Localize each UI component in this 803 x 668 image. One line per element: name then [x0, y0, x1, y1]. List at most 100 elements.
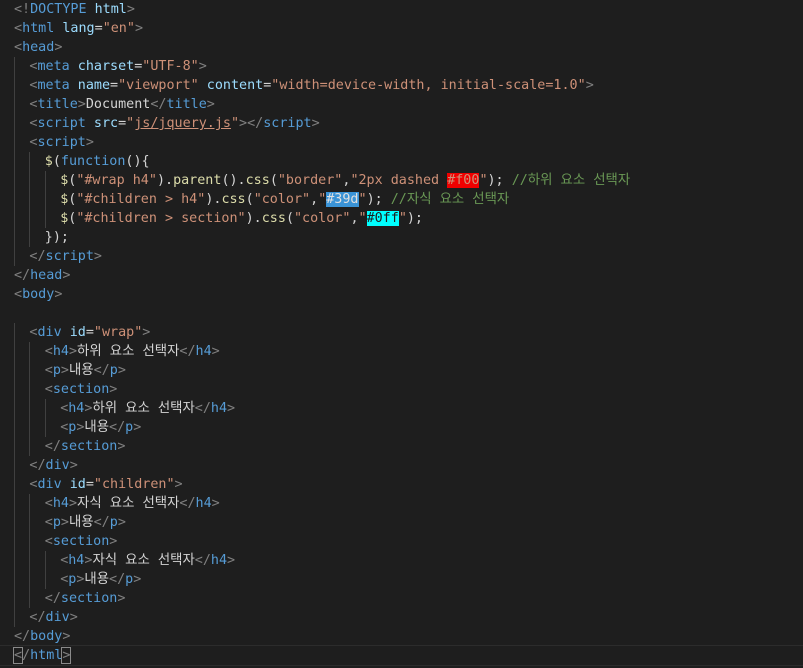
indent-guide — [44, 190, 46, 209]
code-line[interactable]: <html lang="en"> — [0, 19, 803, 38]
string-literal: " — [479, 173, 488, 188]
indent-guide — [14, 475, 15, 494]
indent-guide — [29, 361, 31, 380]
function-name: css — [261, 211, 286, 226]
code-line[interactable]: $(function(){ — [0, 152, 803, 171]
tag-name: h4 — [68, 401, 85, 416]
punctuation: > — [133, 572, 142, 587]
punctuation: > — [93, 249, 102, 264]
code-line[interactable]: <p>내용</p> — [0, 513, 803, 532]
tag-name: script — [37, 135, 86, 150]
line-content: </head> — [14, 266, 70, 285]
punctuation: > — [227, 401, 236, 416]
tag-name: p — [52, 515, 61, 530]
line-content: </section> — [45, 589, 126, 608]
code-line[interactable]: <meta charset="UTF-8"> — [0, 57, 803, 76]
text-content: 자식 요소 선택자 — [77, 496, 180, 511]
attribute-name: id — [69, 477, 86, 492]
tag-name: section — [52, 382, 110, 397]
code-line[interactable]: <p>내용</p> — [0, 570, 803, 589]
indent-guide — [14, 418, 15, 437]
punctuation: > — [68, 344, 78, 359]
code-line[interactable]: <title>Document</title> — [0, 95, 803, 114]
tag-name: p — [109, 363, 118, 378]
indent-guide — [44, 570, 46, 589]
code-line[interactable]: <section> — [0, 532, 803, 551]
punctuation: </ — [150, 97, 167, 112]
line-content: </div> — [29, 456, 77, 475]
line-content: <html lang="en"> — [14, 19, 143, 38]
tag-name: meta — [37, 78, 70, 93]
indent-guide — [14, 342, 15, 361]
code-text: ); — [487, 173, 504, 188]
punctuation: > — [133, 420, 142, 435]
code-line[interactable]: <script> — [0, 133, 803, 152]
code-line[interactable]: </body> — [0, 627, 803, 646]
punctuation: > — [211, 344, 220, 359]
punctuation: > — [85, 135, 94, 150]
indent-guide — [29, 551, 31, 570]
code-line[interactable]: <meta name="viewport" content="width=dev… — [0, 76, 803, 95]
code-line[interactable]: <div id="wrap"> — [0, 323, 803, 342]
code-line[interactable]: <p>내용</p> — [0, 418, 803, 437]
code-line[interactable]: </section> — [0, 437, 803, 456]
indent-guide — [29, 190, 31, 209]
punctuation: > — [134, 21, 143, 36]
code-line[interactable]: <p>내용</p> — [0, 361, 803, 380]
line-content: </html> — [12, 646, 72, 665]
punctuation: > — [142, 325, 151, 340]
code-editor[interactable]: <!DOCTYPE html> <html lang="en"> <head> <me… — [0, 0, 803, 668]
tag-name: title — [37, 97, 78, 112]
code-line[interactable]: <h4>하위 요소 선택자</h4> — [0, 342, 803, 361]
code-line[interactable]: <h4>하위 요소 선택자</h4> — [0, 399, 803, 418]
color-swatch-cyan: #0ff — [366, 211, 399, 226]
indent-guide — [29, 437, 31, 456]
code-line[interactable]: </script> — [0, 247, 803, 266]
code-line[interactable]: <script src="js/jquery.js"></script> — [0, 114, 803, 133]
line-content: <head> — [14, 38, 62, 57]
code-line[interactable] — [0, 304, 803, 323]
indent-guide — [14, 380, 15, 399]
code-line[interactable]: $("#children > h4").css("color","#39d");… — [0, 190, 803, 209]
code-line[interactable]: </div> — [0, 608, 803, 627]
code-line[interactable]: </html> — [0, 645, 803, 666]
code-line[interactable]: </head> — [0, 266, 803, 285]
punctuation: </ — [29, 610, 46, 625]
indent-guide — [14, 456, 15, 475]
code-line[interactable]: <h4>자식 요소 선택자</h4> — [0, 551, 803, 570]
indent-guide — [14, 570, 15, 589]
text-content: 하위 요소 선택자 — [77, 344, 180, 359]
code-line[interactable]: $("#wrap h4").parent().css("border","2px… — [0, 171, 803, 190]
indent-guide — [14, 57, 15, 76]
tag-name: h4 — [68, 553, 85, 568]
code-text: ( — [285, 211, 294, 226]
indent-guide — [29, 171, 31, 190]
tag-name: html — [22, 21, 55, 36]
code-line[interactable]: <h4>자식 요소 선택자</h4> — [0, 494, 803, 513]
indent-guide — [14, 76, 15, 95]
tag-name: body — [30, 629, 63, 644]
attribute-name: src — [93, 116, 119, 131]
bracket-match: < — [12, 647, 24, 664]
indent-guide — [29, 570, 31, 589]
punctuation: </ — [194, 401, 211, 416]
code-line[interactable]: $("#children > section").css("color","#0… — [0, 209, 803, 228]
string-literal: " — [358, 211, 367, 226]
code-line[interactable]: </div> — [0, 456, 803, 475]
indent-guide — [29, 532, 31, 551]
code-line[interactable]: <!DOCTYPE html> — [0, 0, 803, 19]
code-line[interactable]: <head> — [0, 38, 803, 57]
code-line[interactable]: <div id="children"> — [0, 475, 803, 494]
code-line[interactable]: <section> — [0, 380, 803, 399]
punctuation: > — [109, 382, 118, 397]
line-content: <script src="js/jquery.js"></script> — [29, 114, 319, 133]
keyword: function — [60, 154, 126, 169]
line-content: <!DOCTYPE html> — [14, 0, 135, 19]
tag-name: h4 — [52, 344, 69, 359]
code-line[interactable]: }); — [0, 228, 803, 247]
code-line[interactable]: </section> — [0, 589, 803, 608]
string-literal: "border" — [277, 173, 343, 188]
text-content: 내용 — [84, 420, 110, 435]
code-line[interactable]: <body> — [0, 285, 803, 304]
indent-guide — [29, 399, 31, 418]
